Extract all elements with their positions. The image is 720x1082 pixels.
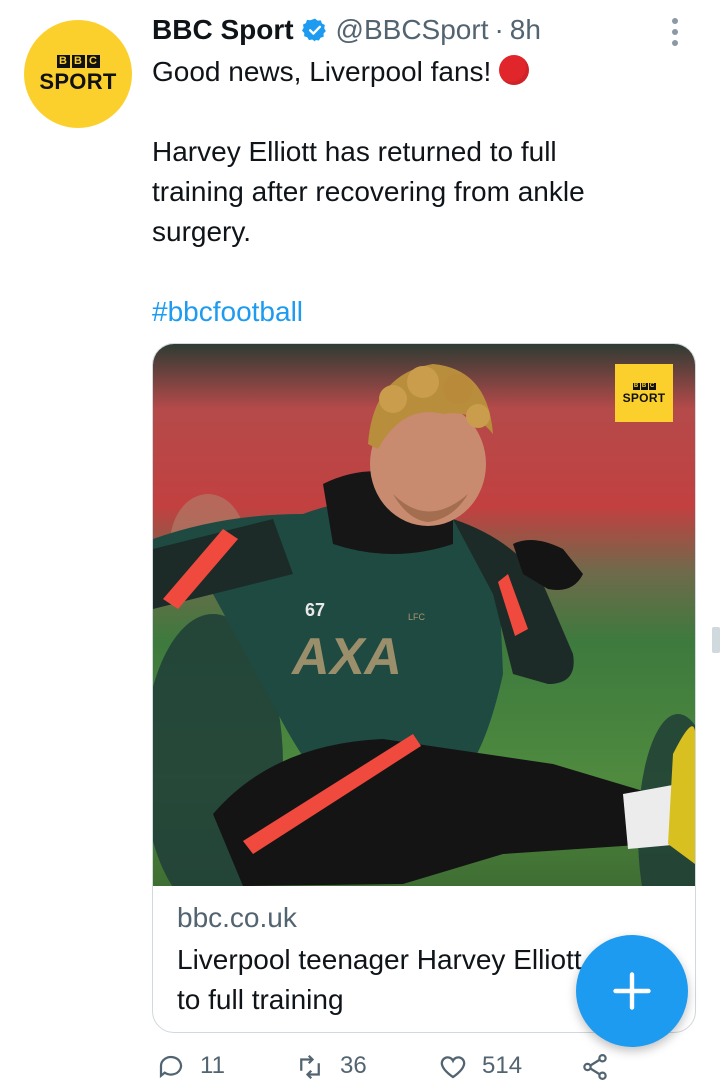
card-domain: bbc.co.uk	[177, 902, 297, 933]
share-icon	[583, 1054, 607, 1080]
hashtag-link[interactable]: #bbcfootball	[152, 292, 303, 332]
tweet-text-line-2: Harvey Elliott has returned to full	[152, 136, 557, 167]
author-avatar[interactable]: B B C SPORT	[24, 20, 132, 128]
tweet-text-line-4: surgery.	[152, 216, 252, 247]
reply-icon	[159, 1055, 183, 1079]
tweet-text-line-1: Good news, Liverpool fans!	[152, 52, 530, 92]
tweet-actions-bar: 11 36 514	[152, 1052, 622, 1082]
retweet-count: 36	[340, 1052, 367, 1079]
like-count: 514	[482, 1052, 523, 1079]
share-button[interactable]	[580, 1052, 610, 1082]
heart-icon	[440, 1056, 466, 1079]
link-preview-card[interactable]: AXA 67 LFC B B C SPORT bbc.co.uk Liverpo…	[152, 343, 696, 1033]
tweet-text-line-3: training after recovering from ankle	[152, 176, 585, 207]
photo-bbc-sport-badge: B B C SPORT	[615, 364, 673, 422]
jersey-sponsor: AXA	[288, 628, 408, 686]
avatar-sport-word: SPORT	[39, 69, 117, 94]
tweet-timestamp[interactable]: 8h	[510, 14, 541, 46]
like-button[interactable]: 514	[438, 1052, 522, 1082]
reply-count: 11	[200, 1052, 225, 1079]
verified-badge-icon	[301, 17, 328, 43]
plus-icon	[613, 972, 651, 1010]
tweet-header: BBC Sport @BBCSport · 8h	[152, 14, 541, 46]
retweet-icon	[300, 1054, 320, 1080]
separator-dot: ·	[494, 14, 504, 45]
compose-tweet-button[interactable]	[576, 935, 688, 1047]
bbc-logo-blocks: B B C	[56, 55, 100, 68]
jersey-crest: LFC	[408, 612, 426, 622]
more-options-icon[interactable]	[672, 18, 678, 46]
card-photo: AXA 67 LFC B B C SPORT	[153, 344, 695, 886]
scrollbar-handle[interactable]	[712, 627, 720, 653]
author-handle[interactable]: @BBCSport	[336, 14, 489, 46]
reply-button[interactable]: 11	[156, 1052, 225, 1082]
retweet-button[interactable]: 36	[294, 1052, 367, 1082]
red-circle-emoji-icon	[499, 55, 530, 85]
jersey-number: 67	[305, 600, 325, 620]
author-name[interactable]: BBC Sport	[152, 14, 294, 46]
